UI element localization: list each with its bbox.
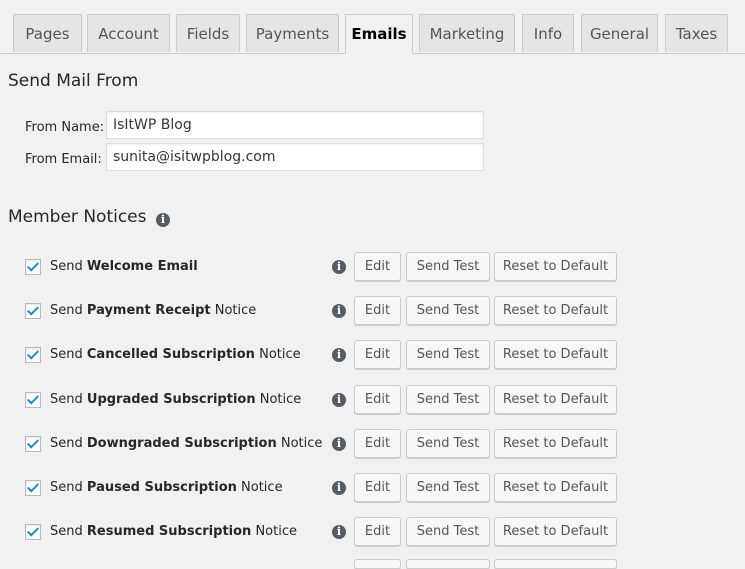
paused-subscription-checkbox[interactable]: [25, 480, 41, 496]
info-icon[interactable]: i: [332, 393, 346, 407]
reset-to-default-button[interactable]: Reset to Default: [494, 473, 617, 502]
tab-marketing[interactable]: Marketing: [419, 14, 515, 52]
from-name-input[interactable]: [106, 111, 484, 139]
send-test-button[interactable]: [406, 559, 490, 569]
reset-to-default-button[interactable]: Reset to Default: [494, 517, 617, 546]
info-icon[interactable]: i: [332, 437, 346, 451]
send-test-button[interactable]: Send Test: [406, 473, 490, 502]
from-name-label: From Name:: [25, 120, 105, 135]
edit-button[interactable]: Edit: [354, 429, 401, 458]
tab-pages[interactable]: Pages: [13, 14, 82, 52]
notice-label: Send Resumed Subscription Notice: [50, 524, 297, 539]
member-notices-heading: Member Notices: [8, 207, 147, 227]
upgraded-subscription-checkbox[interactable]: [25, 392, 41, 408]
send-test-button[interactable]: Send Test: [406, 296, 490, 325]
info-icon[interactable]: i: [156, 213, 170, 227]
reset-to-default-button[interactable]: Reset to Default: [494, 385, 617, 414]
edit-button[interactable]: Edit: [354, 473, 401, 502]
notice-row-upgraded-subscription: Send Upgraded Subscription Notice i Edit…: [0, 384, 745, 414]
tab-emails[interactable]: Emails: [345, 14, 413, 54]
downgraded-subscription-checkbox[interactable]: [25, 436, 41, 452]
notice-label: Send Paused Subscription Notice: [50, 480, 283, 495]
tab-info[interactable]: Info: [522, 14, 574, 52]
resumed-subscription-checkbox[interactable]: [25, 524, 41, 540]
edit-button[interactable]: Edit: [354, 296, 401, 325]
send-test-button[interactable]: Send Test: [406, 517, 490, 546]
notice-row-cancelled-subscription: Send Cancelled Subscription Notice i Edi…: [0, 339, 745, 369]
reset-to-default-button[interactable]: Reset to Default: [494, 340, 617, 369]
notice-label: Send Cancelled Subscription Notice: [50, 347, 301, 362]
payment-receipt-checkbox[interactable]: [25, 303, 41, 319]
notice-label: Send Downgraded Subscription Notice: [50, 436, 323, 451]
notice-label: Send Upgraded Subscription Notice: [50, 392, 302, 407]
notice-row-welcome: Send Welcome Email i Edit Send Test Rese…: [0, 251, 745, 281]
info-icon[interactable]: i: [332, 481, 346, 495]
notice-label: Send Welcome Email: [50, 259, 198, 274]
edit-button[interactable]: Edit: [354, 340, 401, 369]
notice-row-payment-receipt: Send Payment Receipt Notice i Edit Send …: [0, 295, 745, 325]
info-icon[interactable]: i: [332, 304, 346, 318]
edit-button[interactable]: Edit: [354, 517, 401, 546]
send-test-button[interactable]: Send Test: [406, 385, 490, 414]
edit-button[interactable]: Edit: [354, 252, 401, 281]
notice-row-paused-subscription: Send Paused Subscription Notice i Edit S…: [0, 472, 745, 502]
info-icon[interactable]: i: [332, 260, 346, 274]
reset-to-default-button[interactable]: Reset to Default: [494, 252, 617, 281]
reset-to-default-button[interactable]: Reset to Default: [494, 429, 617, 458]
welcome-email-checkbox[interactable]: [25, 259, 41, 275]
info-icon[interactable]: i: [332, 348, 346, 362]
reset-to-default-button[interactable]: [494, 559, 617, 569]
tab-general[interactable]: General: [581, 14, 658, 52]
tab-fields[interactable]: Fields: [176, 14, 240, 52]
from-email-label: From Email:: [25, 152, 102, 167]
info-icon[interactable]: i: [332, 525, 346, 539]
settings-tabs: Pages Account Fields Payments Emails Mar…: [0, 0, 745, 54]
send-test-button[interactable]: Send Test: [406, 340, 490, 369]
from-email-input[interactable]: [106, 143, 484, 171]
send-test-button[interactable]: Send Test: [406, 252, 490, 281]
cancelled-subscription-checkbox[interactable]: [25, 347, 41, 363]
tab-taxes[interactable]: Taxes: [665, 14, 728, 52]
notice-row-downgraded-subscription: Send Downgraded Subscription Notice i Ed…: [0, 428, 745, 458]
edit-button[interactable]: [354, 559, 401, 569]
edit-button[interactable]: Edit: [354, 385, 401, 414]
notice-row-resumed-subscription: Send Resumed Subscription Notice i Edit …: [0, 516, 745, 546]
send-mail-from-heading: Send Mail From: [8, 71, 139, 91]
send-test-button[interactable]: Send Test: [406, 429, 490, 458]
tab-account[interactable]: Account: [87, 14, 170, 52]
reset-to-default-button[interactable]: Reset to Default: [494, 296, 617, 325]
tab-payments[interactable]: Payments: [246, 14, 339, 52]
notice-label: Send Payment Receipt Notice: [50, 303, 257, 318]
